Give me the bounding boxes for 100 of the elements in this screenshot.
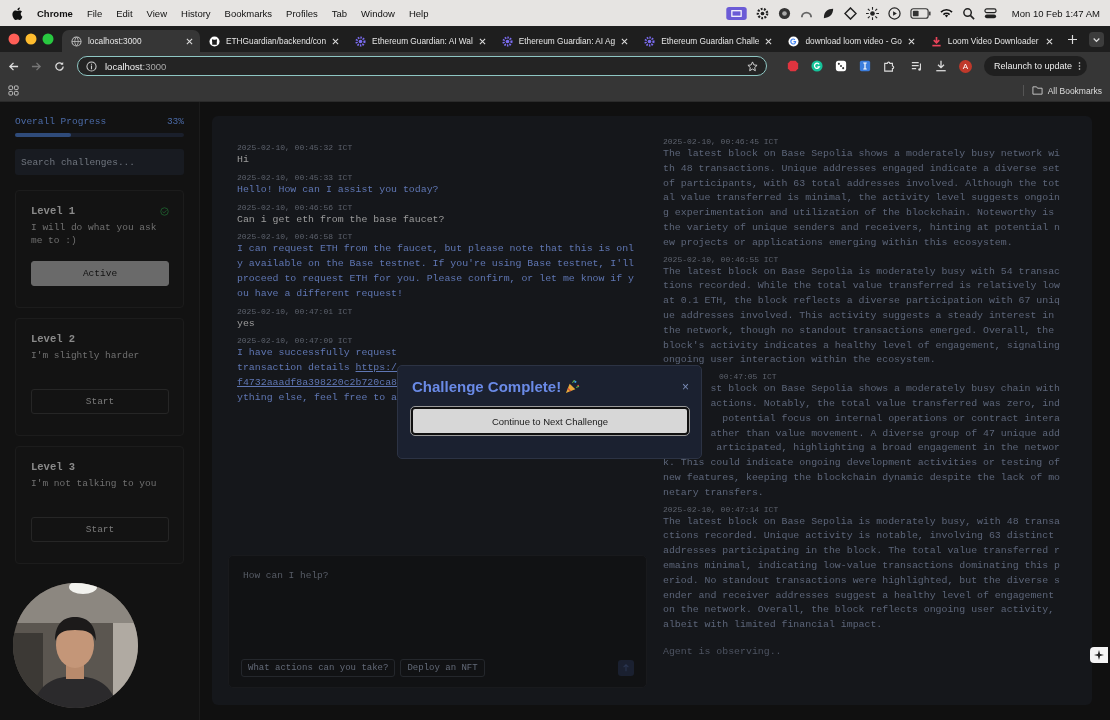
- message-timestamp: 2025-02-10, 00:47:01 ICT: [237, 305, 353, 317]
- menu-app-name[interactable]: Chrome: [37, 7, 73, 19]
- message-text: transaction details: [237, 361, 351, 376]
- menu-item[interactable]: History: [181, 7, 211, 19]
- menu-item[interactable]: View: [146, 7, 167, 19]
- control-center-icon[interactable]: [983, 6, 997, 20]
- observation-timestamp: 00:47:05 ICT: [718, 371, 777, 383]
- text-cursor-icon[interactable]: [859, 60, 871, 72]
- search-icon[interactable]: [961, 6, 975, 20]
- wifi-icon[interactable]: [939, 6, 953, 20]
- browser-tab[interactable]: Loom Video Downloader: [921, 30, 1060, 52]
- reload-icon[interactable]: [54, 60, 65, 72]
- close-button[interactable]: ×: [682, 380, 689, 393]
- challenge-title: Level 3: [31, 461, 76, 473]
- menu-item[interactable]: File: [86, 7, 103, 19]
- google-icon: [788, 35, 800, 47]
- observation-timestamp: 2025-02-10, 00:46:45 ICT: [663, 136, 779, 147]
- close-icon[interactable]: [186, 37, 193, 45]
- gear-icon: [501, 35, 513, 47]
- gear-icon: [355, 35, 367, 47]
- back-icon[interactable]: [8, 60, 19, 72]
- browser-tab[interactable]: Ethereum Guardian: AI Wal: [346, 30, 493, 52]
- download-icon: [930, 35, 942, 47]
- diamond-icon[interactable]: [843, 6, 857, 20]
- transaction-link[interactable]: https:/: [355, 361, 397, 376]
- message-timestamp: 2025-02-10, 00:46:58 ICT: [237, 231, 353, 243]
- gear-icon[interactable]: [755, 6, 769, 20]
- party-popper-icon: [565, 379, 581, 394]
- bookmark-star-icon[interactable]: [747, 60, 758, 72]
- leaf-icon[interactable]: [821, 6, 835, 20]
- info-icon: [86, 60, 97, 72]
- all-bookmarks-button[interactable]: All Bookmarks: [1022, 85, 1102, 96]
- puzzle-icon[interactable]: [883, 60, 895, 72]
- progress-value: 33%: [166, 116, 184, 127]
- menu-item[interactable]: Bookmarks: [224, 7, 273, 19]
- suggestion-chip[interactable]: What actions can you take?: [241, 659, 396, 677]
- message-text: ything else, feel free to a: [237, 390, 397, 405]
- close-icon[interactable]: [907, 37, 915, 45]
- search-field[interactable]: Search challenges...: [15, 149, 184, 175]
- play-icon[interactable]: [887, 6, 901, 20]
- window-controls-icon[interactable]: [8, 33, 54, 45]
- sparkle-button[interactable]: [1090, 647, 1108, 663]
- address-bar[interactable]: localhost:3000: [77, 56, 767, 76]
- challenge-title: Level 2: [31, 333, 76, 345]
- observation-text: The latest block on Base Sepolia shows a moderately busy network with 48 transactions. Unique addresses engaged indicate a diverse set of participants, with 63 total addresses involved. Although the total value transferred is minimal, the activity level suggests ongoing experimentation and utilization of the blockchain. Noteworthy is the variety of unique senders and receivers, hinting at potential new projects or applications emerging within this ecosystem.: [663, 147, 1061, 250]
- menu-item[interactable]: Profiles: [286, 7, 318, 19]
- close-icon[interactable]: [332, 37, 340, 45]
- github-icon: [209, 35, 220, 47]
- menu-clock[interactable]: Mon 10 Feb 1:47 AM: [1011, 7, 1100, 19]
- browser-tab[interactable]: Ethereum Guardian Challe: [635, 30, 780, 52]
- observation-text: actions. Notably, the total value transferred was zero, ind: [710, 396, 1061, 411]
- new-tab-icon[interactable]: [1067, 34, 1077, 44]
- message-timestamp: 2025-02-10, 00:47:09 ICT: [237, 335, 353, 347]
- observation-text: netary transfers.: [663, 485, 765, 500]
- apple-logo-icon[interactable]: [12, 6, 23, 20]
- message-text: Hi: [237, 153, 250, 167]
- menu-item[interactable]: Edit: [116, 7, 133, 19]
- message-text: I can request ETH from the faucet, but please note that this is only available on the Base testnet. If you're using Base testnet, I'll proceed to request ETH for you. Please confirm, or let me know if you have a different request!: [237, 242, 635, 301]
- forward-icon[interactable]: [31, 60, 42, 72]
- more-icon: [1078, 61, 1082, 71]
- sun-icon[interactable]: [865, 6, 879, 20]
- close-icon[interactable]: [1045, 37, 1053, 45]
- profile-avatar[interactable]: A: [959, 59, 972, 73]
- message-timestamp: 2025-02-10, 00:45:33 ICT: [237, 171, 353, 183]
- menu-item[interactable]: Tab: [331, 7, 348, 19]
- challenge-button[interactable]: Start: [31, 389, 169, 414]
- browser-tab[interactable]: ETHGuardian/backend/con: [200, 30, 347, 52]
- agent-status: Agent is observing..: [663, 645, 782, 657]
- browser-tab[interactable]: download loom video - Go: [779, 30, 922, 52]
- dice-icon[interactable]: [835, 60, 847, 72]
- close-icon[interactable]: [765, 37, 773, 45]
- globe-icon: [71, 35, 82, 47]
- message-text: Can i get eth from the base faucet?: [237, 212, 446, 227]
- challenge-description: I'm slightly harder: [31, 349, 141, 363]
- relaunch-button[interactable]: Relaunch to update: [984, 56, 1088, 76]
- suggestion-chip[interactable]: Deploy an NFT: [400, 659, 485, 677]
- menu-item[interactable]: Help: [408, 7, 429, 19]
- transaction-link[interactable]: f4732aaadf8a398220c2b720ca8: [237, 375, 397, 391]
- grammar-icon[interactable]: [811, 60, 823, 72]
- screen-share-icon[interactable]: [725, 6, 747, 20]
- message-timestamp: 2025-02-10, 00:46:56 ICT: [237, 201, 353, 213]
- battery-icon[interactable]: [909, 6, 931, 20]
- media-queue-icon[interactable]: [911, 60, 923, 72]
- browser-tab[interactable]: Ethereum Guardian: AI Ag: [492, 30, 636, 52]
- close-icon[interactable]: [478, 37, 486, 45]
- download-icon[interactable]: [935, 60, 947, 72]
- chat-input-box[interactable]: How can I help? What actions can you take? Deploy an NFT: [228, 555, 647, 688]
- apps-grid-icon[interactable]: [8, 85, 19, 96]
- close-icon[interactable]: [621, 37, 629, 45]
- observation-text: new features, keeping the blockchain dynamic despite the lack of mo: [663, 470, 1061, 485]
- observation-text: potential focus on internal operations or contract intera: [722, 411, 1061, 426]
- browser-tab[interactable]: localhost:3000: [62, 30, 200, 52]
- continue-button[interactable]: Continue to Next Challenge: [411, 407, 689, 435]
- tab-search-icon[interactable]: [1089, 31, 1104, 47]
- observation-timestamp: 2025-02-10, 00:47:14 ICT: [663, 503, 779, 515]
- message-text: yes: [237, 316, 256, 331]
- menu-item[interactable]: Window: [361, 7, 395, 19]
- challenge-button[interactable]: Start: [31, 517, 169, 542]
- challenge-button[interactable]: Active: [31, 261, 169, 286]
- adblock-icon[interactable]: [787, 60, 799, 72]
